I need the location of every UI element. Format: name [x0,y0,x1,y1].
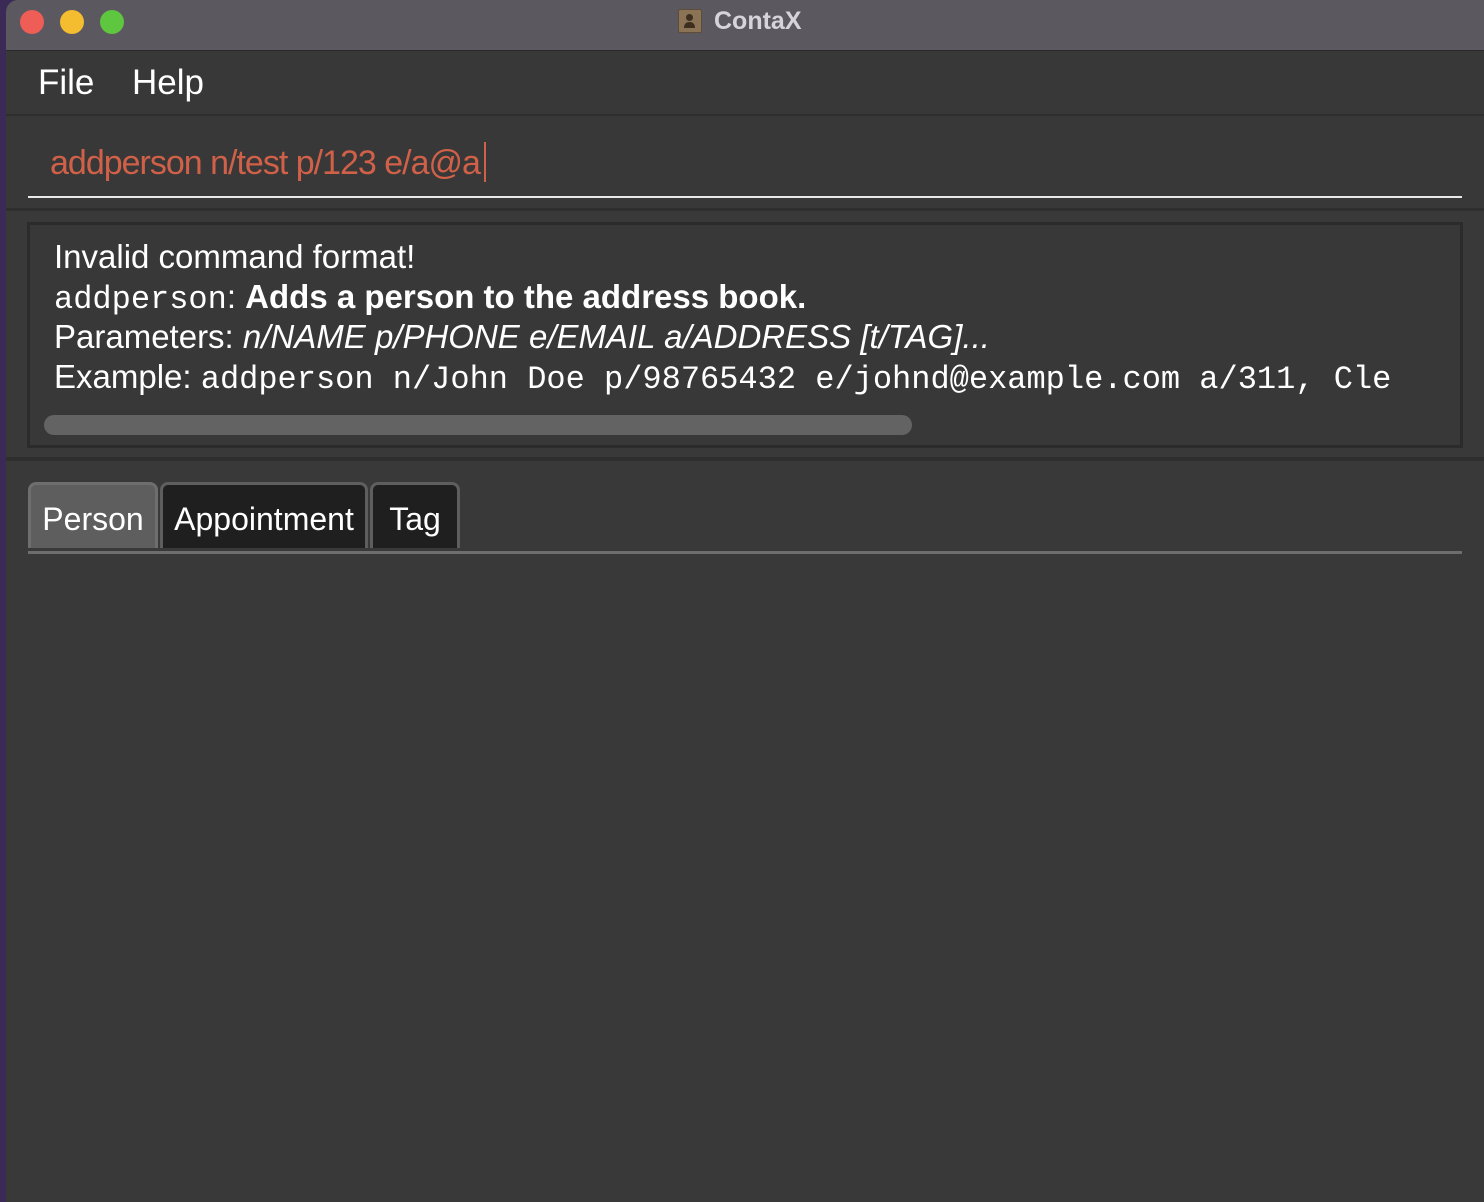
result-example-line: Example: addperson n/John Doe p/98765432… [54,357,1392,398]
command-input[interactable]: addperson n/test p/123 e/a@a [28,116,1462,198]
result-error-line: Invalid command format! [54,238,416,275]
result-parameters-line: Parameters: n/NAME p/PHONE e/EMAIL a/ADD… [54,317,1391,357]
command-box: addperson n/test p/123 e/a@a [6,116,1484,208]
usage-description: Adds a person to the address book. [245,278,807,315]
result-text: Invalid command format! addperson: Adds … [54,237,1392,398]
title-bar: ContaX [6,0,1484,51]
text-caret [483,142,486,182]
command-input-text: addperson n/test p/123 e/a@a [50,142,486,183]
menu-help[interactable]: Help [132,63,204,103]
command-value: addperson n/test p/123 e/a@a [50,144,481,182]
parameters-label: Parameters: [54,318,243,355]
menu-bar: File Help [6,51,1484,116]
divider [6,457,1484,461]
contacts-book-icon [678,9,702,33]
parameters-value: n/NAME p/PHONE e/EMAIL a/ADDRESS [t/TAG]… [242,318,990,355]
result-usage-line: addperson: Adds a person to the address … [54,277,1391,318]
maximize-window-button[interactable] [100,10,124,34]
result-display: Invalid command format! addperson: Adds … [27,222,1463,448]
window-title-group: ContaX [678,6,802,36]
tab-person[interactable]: Person [28,482,158,548]
horizontal-scrollbar[interactable] [44,415,912,435]
tab-content-panel [6,554,1484,1202]
window-title: ContaX [714,6,802,35]
usage-command-word: addperson [54,281,227,318]
menu-file[interactable]: File [38,63,94,103]
minimize-window-button[interactable] [60,10,84,34]
example-value: addperson n/John Doe p/98765432 e/johnd@… [200,361,1392,398]
divider [6,208,1484,211]
example-label: Example: [54,358,201,395]
tab-tag[interactable]: Tag [370,482,460,548]
tab-appointment[interactable]: Appointment [160,482,368,548]
app-window: ContaX File Help addperson n/test p/123 … [6,0,1484,1202]
usage-separator: : [226,278,246,315]
close-window-button[interactable] [20,10,44,34]
